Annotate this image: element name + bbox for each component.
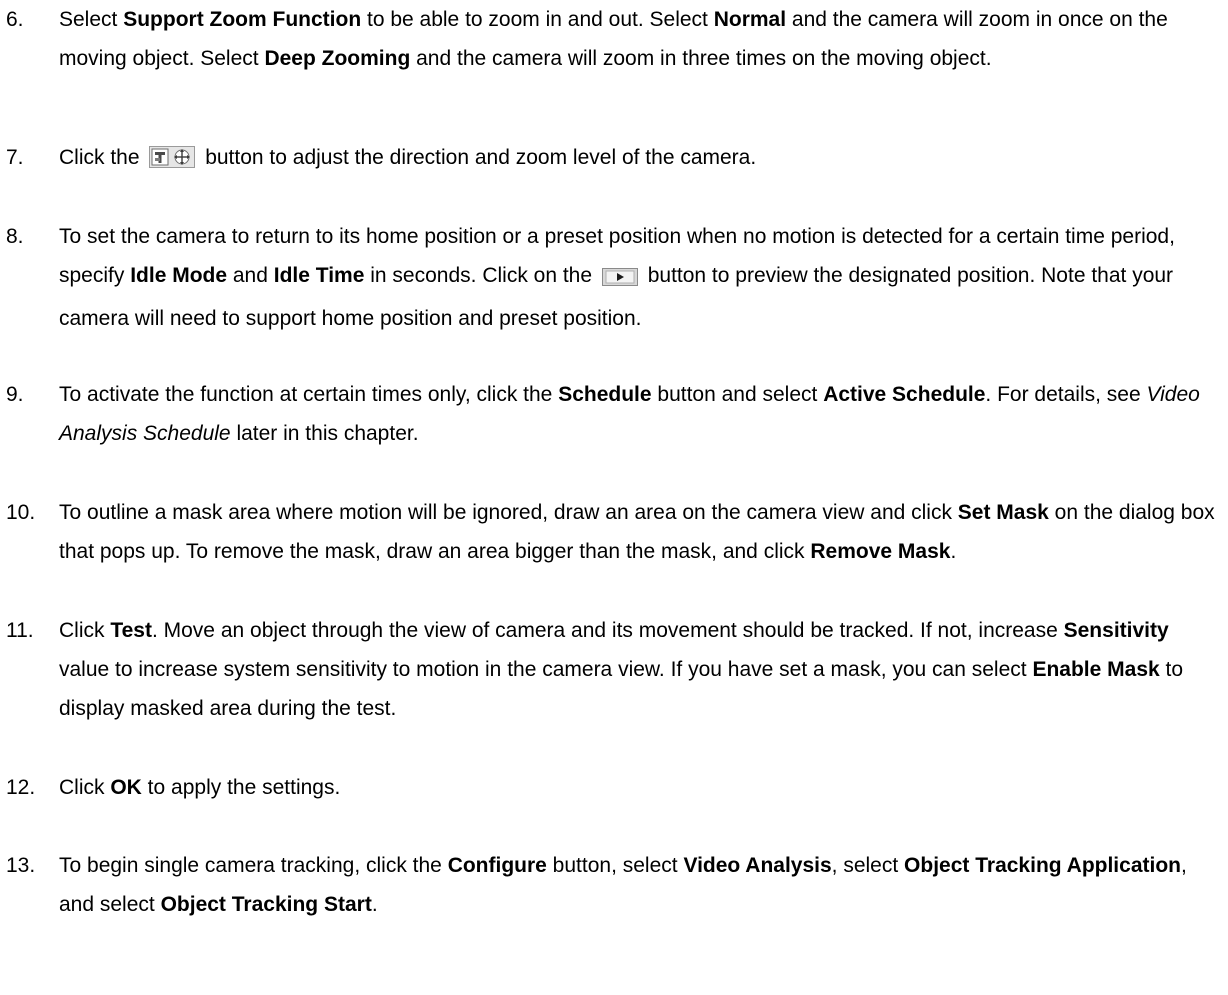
step-text: To activate the function at certain time… <box>59 375 1224 453</box>
step-number: 6. <box>6 8 24 31</box>
step-number: 10. <box>6 501 36 524</box>
bold-term: Remove Mask <box>810 540 951 563</box>
step-text-run: button, select <box>546 854 684 877</box>
step-text-run: To outline a mask area where motion will… <box>59 501 958 524</box>
step-text-run: , select <box>831 854 905 877</box>
step-number: 11. <box>6 619 34 642</box>
bold-term: Object Tracking Application <box>904 854 1181 877</box>
step-text-run: in seconds. Click on the <box>364 264 598 287</box>
bold-term: Sensitivity <box>1063 619 1169 642</box>
step-text-run: To begin single camera tracking, click t… <box>59 854 448 877</box>
bold-term: Support Zoom Function <box>123 8 362 31</box>
step-number: 12. <box>6 776 36 799</box>
step-text-run: . Move an object through the view of cam… <box>151 619 1064 642</box>
step-text: Click the button to adjust the direction… <box>59 138 1224 181</box>
step-text-run: value to increase system sensitivity to … <box>59 658 1033 681</box>
step-text-run: and <box>227 264 274 287</box>
bold-term: Set Mask <box>957 501 1049 524</box>
step-text: To set the camera to return to its home … <box>59 217 1224 338</box>
bold-term: Deep Zooming <box>264 47 411 70</box>
bold-term: Enable Mask <box>1032 658 1160 681</box>
step-text-run: button and select <box>651 383 824 406</box>
step-number: 7. <box>6 146 24 169</box>
step-text-run: and the camera will zoom in three times … <box>410 47 992 70</box>
bold-term: Idle Time <box>273 264 365 287</box>
bold-term: Test <box>110 619 152 642</box>
bold-term: Configure <box>447 854 547 877</box>
play-preview-icon <box>601 260 638 299</box>
step-text-run: later in this chapter. <box>230 422 419 445</box>
step-text-run: to apply the settings. <box>141 776 341 799</box>
step-text: To begin single camera tracking, click t… <box>59 846 1224 924</box>
bold-term: Idle Mode <box>130 264 228 287</box>
step-text-run: . <box>371 893 378 916</box>
bold-term: Active Schedule <box>823 383 986 406</box>
step-text-run: To activate the function at certain time… <box>59 383 559 406</box>
step-number: 13. <box>6 854 36 877</box>
bold-term: Video Analysis <box>683 854 832 877</box>
step-text-run: . <box>950 540 957 563</box>
step-text: Click Test. Move an object through the v… <box>59 611 1224 728</box>
bold-term: Normal <box>713 8 787 31</box>
bold-term: Object Tracking Start <box>160 893 372 916</box>
step-text-run: . For details, see <box>985 383 1147 406</box>
step-text-run: Click <box>59 619 111 642</box>
step-text-run: Select <box>59 8 124 31</box>
step-number: 9. <box>6 383 24 406</box>
step-text: To outline a mask area where motion will… <box>59 493 1224 571</box>
step-text-run: Click <box>59 776 111 799</box>
step-text-run: to be able to zoom in and out. Select <box>361 8 714 31</box>
step-text: Click OK to apply the settings. <box>59 768 1224 807</box>
ptz-control-icon <box>149 142 196 181</box>
bold-term: Schedule <box>558 383 652 406</box>
step-text: Select Support Zoom Function to be able … <box>59 0 1224 78</box>
bold-term: OK <box>110 776 142 799</box>
step-text-run: button to adjust the direction and zoom … <box>199 146 757 169</box>
step-text-run: Click the <box>59 146 146 169</box>
step-number: 8. <box>6 225 24 248</box>
